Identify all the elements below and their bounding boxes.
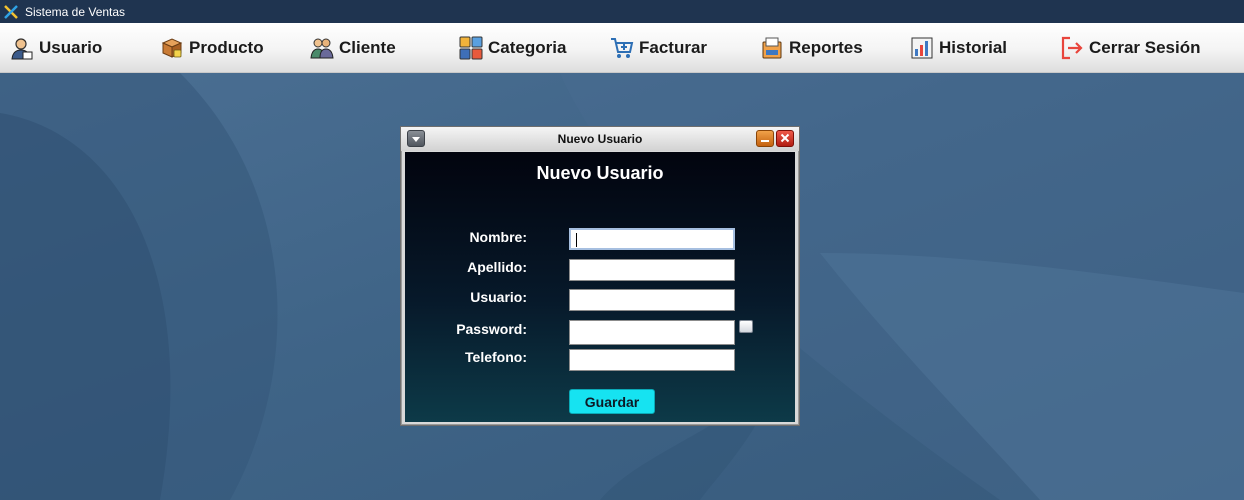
telefono-input[interactable] (569, 349, 735, 371)
menu-label-cerrar-sesion: Cerrar Sesión (1089, 37, 1201, 57)
report-icon (760, 36, 784, 60)
menu-item-producto[interactable]: Producto (160, 23, 264, 72)
window-title: Sistema de Ventas (25, 4, 126, 19)
categories-icon (459, 36, 483, 60)
nombre-label: Nombre: (469, 229, 527, 245)
usuario-label: Usuario: (470, 289, 527, 305)
app-cross-icon (3, 4, 19, 20)
menu-item-usuario[interactable]: Usuario (10, 23, 102, 72)
menu-label-facturar: Facturar (639, 37, 708, 57)
window-title: Nuevo Usuario (557, 132, 643, 146)
nuevo-usuario-window: Nuevo Usuario Nuevo Usuario Nombre: Apel… (400, 126, 800, 426)
close-icon (780, 132, 790, 146)
menu-label-historial: Historial (939, 37, 1008, 57)
menu-label-producto: Producto (189, 37, 264, 57)
telefono-label: Telefono: (465, 349, 527, 365)
cart-icon (610, 36, 634, 60)
text-caret (576, 233, 577, 247)
menu-label-categoria: Categoria (488, 37, 567, 57)
menu-item-facturar[interactable]: Facturar (610, 23, 707, 72)
menu-bar: Usuario Producto Cliente Categoria Factu… (0, 23, 1244, 73)
chevron-down-icon (411, 132, 421, 146)
menu-item-historial[interactable]: Historial (910, 23, 1007, 72)
password-label: Password: (456, 321, 527, 337)
menu-item-cliente[interactable]: Cliente (310, 23, 396, 72)
window-menu-button[interactable] (407, 130, 425, 147)
menu-label-usuario: Usuario (39, 37, 103, 57)
menu-item-categoria[interactable]: Categoria (459, 23, 566, 72)
menu-label-cliente: Cliente (339, 37, 396, 57)
close-button[interactable] (776, 130, 794, 147)
guardar-button[interactable]: Guardar (569, 389, 655, 414)
menu-label-reportes: Reportes (789, 37, 863, 57)
clients-icon (310, 36, 334, 60)
window-title-bar[interactable]: Nuevo Usuario (401, 127, 799, 151)
nombre-input[interactable] (569, 228, 735, 250)
window-titlebar: Sistema de Ventas (0, 0, 1244, 23)
minimize-icon (760, 132, 770, 146)
minimize-button[interactable] (756, 130, 774, 147)
usuario-input[interactable] (569, 289, 735, 311)
apellido-input[interactable] (569, 259, 735, 281)
form-heading: Nuevo Usuario (536, 163, 664, 183)
box-icon (160, 36, 184, 60)
menu-item-cerrar-sesion[interactable]: Cerrar Sesión (1060, 23, 1201, 72)
logout-icon (1060, 36, 1084, 60)
form-panel: Nuevo Usuario Nombre: Apellido: Usuario:… (405, 152, 795, 422)
password-input[interactable] (569, 320, 735, 345)
chart-icon (910, 36, 934, 60)
menu-item-reportes[interactable]: Reportes (760, 23, 863, 72)
apellido-label: Apellido: (467, 259, 527, 275)
user-icon (10, 36, 34, 60)
show-password-checkbox[interactable] (739, 320, 753, 333)
